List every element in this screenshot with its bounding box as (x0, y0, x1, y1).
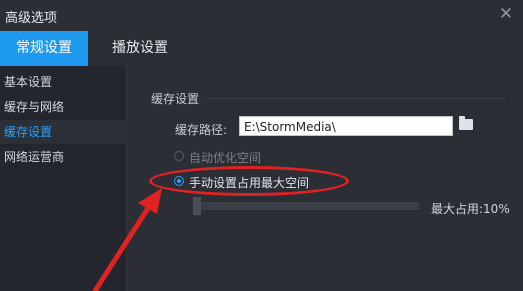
sidebar-item-isp[interactable]: 网络运营商 (0, 145, 126, 169)
cache-settings-panel: 缓存设置 缓存路径: E:\StormMedia\ 自动优化空间 手动设置占用最… (127, 66, 523, 291)
tab-playback[interactable]: 播放设置 (96, 31, 184, 66)
max-usage-label: 最大占用:10% (431, 202, 510, 216)
title-bar: 高级选项 ✕ (0, 0, 523, 32)
section-title: 缓存设置 (151, 92, 200, 106)
window-title: 高级选项 (5, 11, 58, 26)
sidebar-item-cache-network[interactable]: 缓存与网络 (0, 95, 126, 119)
radio-button[interactable] (174, 151, 184, 161)
tab-general[interactable]: 常规设置 (0, 31, 88, 66)
tab-bar: 常规设置 播放设置 (0, 31, 523, 66)
cache-path-input[interactable]: E:\StormMedia\ (239, 116, 453, 136)
max-usage-slider-track[interactable] (193, 202, 419, 210)
cache-path-label: 缓存路径: (175, 123, 228, 137)
annotation-ellipse (149, 166, 349, 196)
sidebar-item-basic[interactable]: 基本设置 (0, 70, 126, 94)
close-icon[interactable]: ✕ (497, 5, 515, 23)
folder-icon[interactable] (459, 116, 473, 130)
sidebar: 基本设置 缓存与网络 缓存设置 网络运营商 (0, 66, 127, 291)
section-divider (205, 98, 505, 99)
sidebar-item-cache-settings[interactable]: 缓存设置 (0, 120, 126, 144)
max-usage-slider-thumb[interactable] (193, 197, 201, 215)
radio-auto-optimize-label: 自动优化空间 (189, 151, 262, 165)
